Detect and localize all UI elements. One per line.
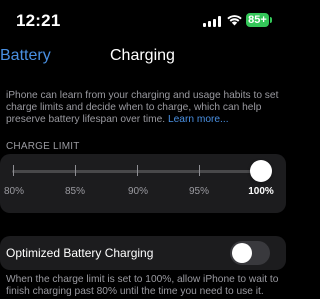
charge-limit-header: CHARGE LIMIT (6, 141, 80, 152)
slider-tick-85 (75, 165, 76, 176)
description-body: iPhone can learn from your charging and … (6, 90, 279, 125)
optimized-charging-toggle[interactable] (230, 241, 270, 265)
clock: 12:21 (16, 11, 61, 30)
cellular-signal-icon (203, 16, 221, 27)
learn-more-link[interactable]: Learn more... (168, 114, 229, 125)
battery-icon: 85+ (246, 13, 269, 27)
toggle-knob (232, 243, 252, 263)
wifi-icon (227, 15, 242, 26)
charge-limit-card (0, 154, 286, 213)
tick-label-85: 85% (64, 186, 86, 197)
tick-label-90: 90% (127, 186, 149, 197)
slider-tick-80 (13, 165, 14, 176)
tick-label-80: 80% (3, 186, 25, 197)
back-button[interactable]: Battery (0, 47, 51, 65)
optimized-charging-footer: When the charge limit is set to 100%, al… (6, 274, 279, 297)
slider-tick-90 (137, 165, 138, 176)
status-bar: 12:21 85+ (0, 0, 300, 40)
battery-nub (270, 17, 272, 23)
tick-label-95: 95% (188, 186, 210, 197)
optimized-charging-label: Optimized Battery Charging (6, 246, 154, 260)
slider-tick-95 (199, 165, 200, 176)
charge-limit-slider-thumb[interactable] (250, 160, 272, 182)
description-text: iPhone can learn from your charging and … (6, 90, 296, 125)
page-title: Charging (110, 47, 175, 64)
tick-label-100: 100% (248, 186, 274, 197)
